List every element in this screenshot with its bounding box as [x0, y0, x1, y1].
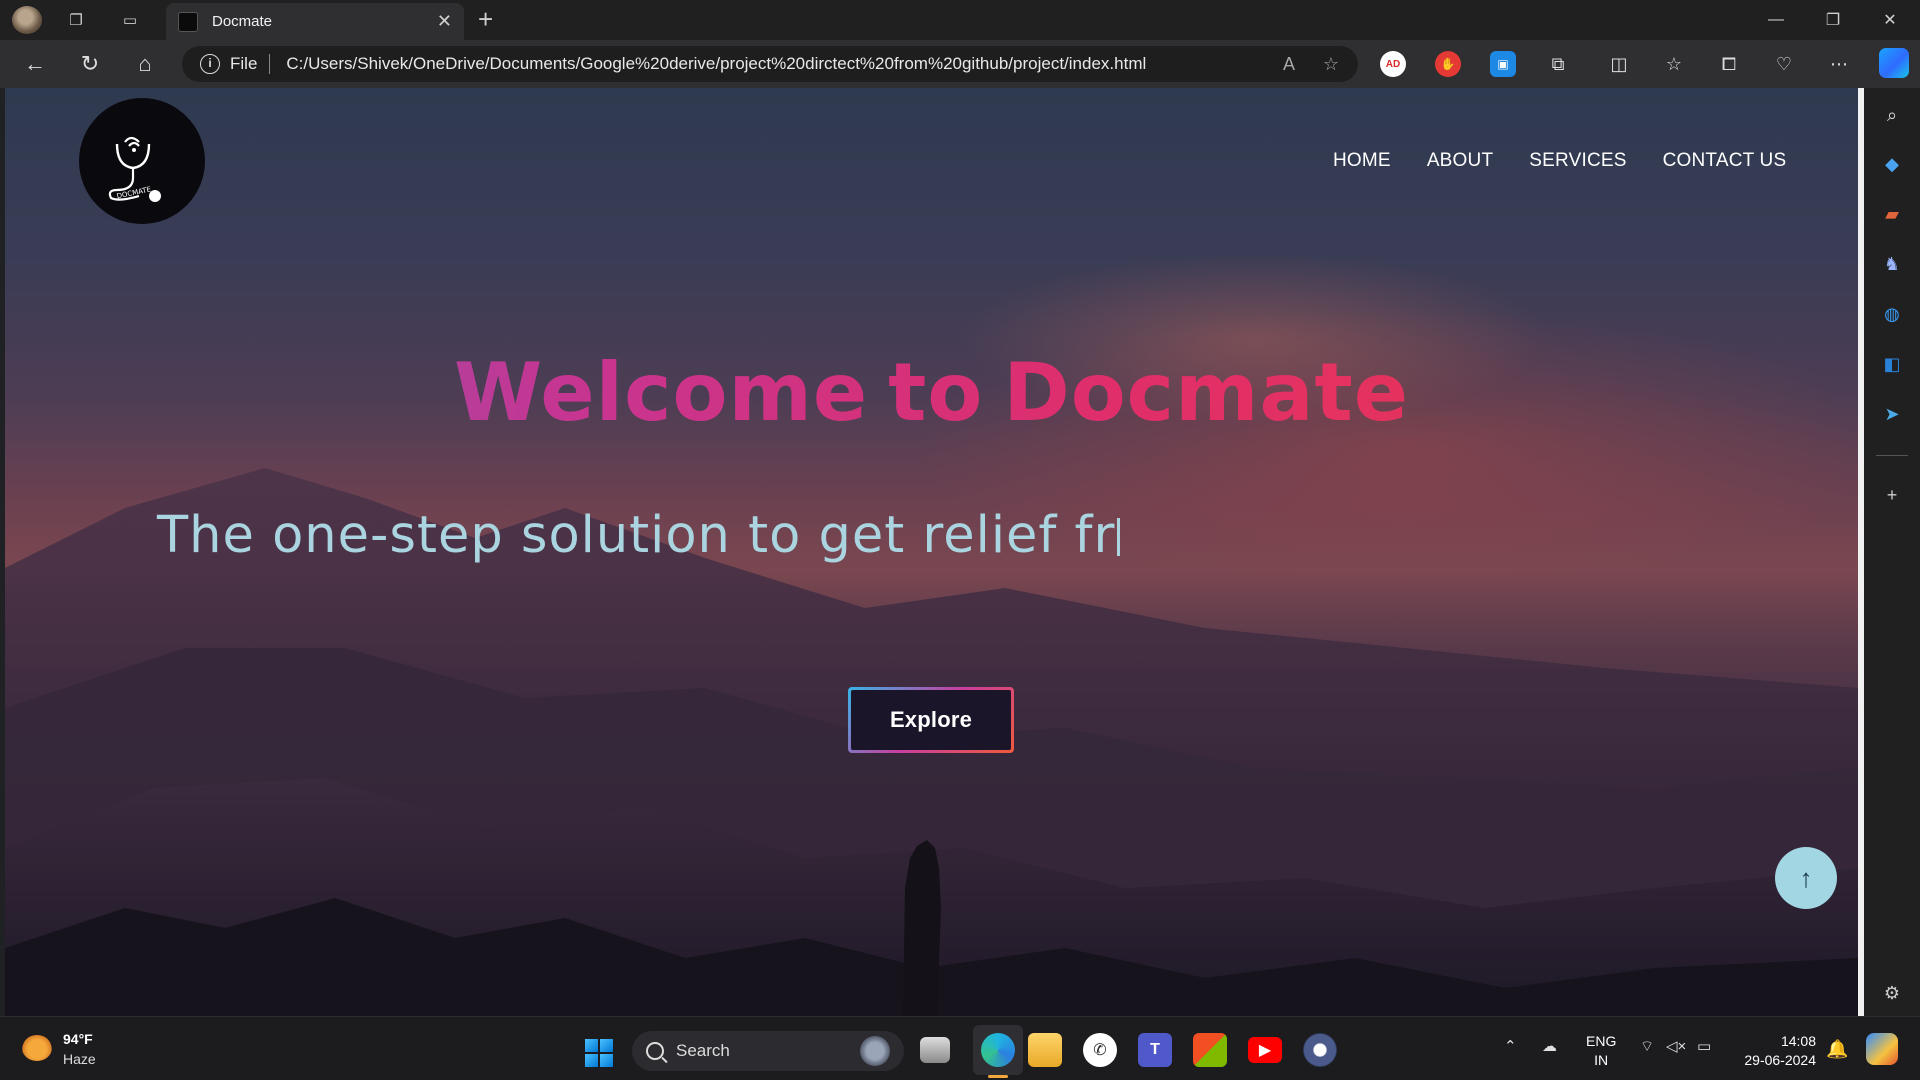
- edge-sidebar: ⌕ ◆ ▰ ♞ ◍ ◧ ➤ + ⚙: [1864, 88, 1920, 1016]
- nav-home[interactable]: HOME: [1333, 150, 1391, 172]
- profile-avatar[interactable]: [12, 6, 42, 34]
- sidebar-office-icon[interactable]: ◍: [1879, 301, 1905, 327]
- hero-title-word-3: Docmate: [1003, 346, 1409, 439]
- read-aloud-icon[interactable]: A: [1274, 54, 1304, 75]
- close-window-icon[interactable]: ✕: [1873, 6, 1907, 34]
- url-text[interactable]: C:/Users/Shivek/OneDrive/Documents/Googl…: [286, 54, 1274, 74]
- sidebar-telegram-icon[interactable]: ➤: [1879, 401, 1905, 427]
- workspaces-icon[interactable]: ❐: [62, 6, 90, 34]
- favorite-star-icon[interactable]: ☆: [1316, 54, 1346, 75]
- sidebar-divider: [1876, 455, 1908, 456]
- main-nav: HOME ABOUT SERVICES CONTACT US: [1333, 150, 1786, 172]
- typing-caret: [1117, 518, 1121, 556]
- address-bar-row: ← ↻ ⌂ i File C:/Users/Shivek/OneDrive/Do…: [0, 40, 1920, 88]
- address-separator: [269, 54, 271, 74]
- minimize-icon[interactable]: —: [1759, 6, 1793, 34]
- nav-contact-us[interactable]: CONTACT US: [1663, 150, 1787, 172]
- edge-app-icon[interactable]: [981, 1033, 1015, 1067]
- youtube-icon[interactable]: ▶: [1248, 1037, 1282, 1063]
- clock-time: 14:08: [1780, 1033, 1816, 1049]
- teams-icon[interactable]: T: [1138, 1033, 1172, 1067]
- system-clock[interactable]: 14:08 29-06-2024: [1736, 1032, 1816, 1070]
- back-icon[interactable]: ←: [20, 49, 50, 79]
- split-screen-icon[interactable]: ◫: [1605, 50, 1633, 78]
- weather-temperature[interactable]: 94°F: [63, 1031, 93, 1047]
- hero-title-word-1: Welcome: [454, 346, 869, 439]
- refresh-icon[interactable]: ↻: [75, 49, 105, 79]
- hero-title: Welcome to Docmate: [5, 346, 1858, 439]
- tray-overflow-icon[interactable]: ⌃: [1504, 1037, 1517, 1055]
- task-view-icon[interactable]: [920, 1037, 950, 1063]
- region-code: IN: [1594, 1052, 1609, 1068]
- copilot-preview-icon[interactable]: [1866, 1033, 1898, 1065]
- weather-haze-icon[interactable]: [22, 1035, 52, 1061]
- address-scheme-label: File: [230, 54, 258, 73]
- new-tab-button[interactable]: +: [478, 5, 493, 33]
- volume-muted-icon[interactable]: ◁×: [1666, 1037, 1686, 1055]
- hero-title-word-2: to: [888, 346, 984, 439]
- sidebar-tools-icon[interactable]: ▰: [1879, 201, 1905, 227]
- start-button[interactable]: [585, 1039, 613, 1067]
- tab-title: Docmate: [212, 13, 273, 30]
- taskbar-search[interactable]: Search: [632, 1031, 904, 1071]
- vertical-tabs-icon[interactable]: ▭: [116, 6, 144, 34]
- sidebar-shopping-icon[interactable]: ◆: [1879, 151, 1905, 177]
- arrow-up-icon: ↑: [1799, 862, 1813, 893]
- sidebar-add-icon[interactable]: +: [1879, 482, 1905, 508]
- onedrive-icon[interactable]: ☁: [1542, 1037, 1557, 1055]
- scroll-to-top-button[interactable]: ↑: [1775, 847, 1837, 909]
- page-viewport: DOCMATE HOME ABOUT SERVICES CONTACT US W…: [5, 88, 1858, 1016]
- adblock-icon[interactable]: AD: [1380, 51, 1406, 77]
- sidebar-games-icon[interactable]: ♞: [1879, 251, 1905, 277]
- whatsapp-icon[interactable]: ✆: [1083, 1033, 1117, 1067]
- wifi-icon[interactable]: ⌔: [1640, 1037, 1654, 1056]
- home-icon[interactable]: ⌂: [130, 49, 160, 79]
- nav-about[interactable]: ABOUT: [1427, 150, 1493, 172]
- tab-favicon-icon: [178, 11, 198, 32]
- search-icon: [646, 1042, 664, 1060]
- hero-subtitle-text: The one-step solution to get relief fr: [157, 506, 1116, 565]
- explore-button-label: Explore: [851, 690, 1011, 750]
- browser-essentials-icon[interactable]: ♡: [1770, 50, 1798, 78]
- settings-app-icon[interactable]: [1303, 1033, 1337, 1067]
- file-explorer-icon[interactable]: [1028, 1033, 1062, 1067]
- tab-docmate[interactable]: Docmate ✕: [166, 3, 464, 40]
- search-placeholder: Search: [676, 1041, 730, 1060]
- search-highlight-icon: [860, 1036, 890, 1066]
- notification-bell-icon[interactable]: 🔔: [1826, 1039, 1848, 1060]
- site-info-icon[interactable]: i: [200, 54, 220, 74]
- store-icon[interactable]: [1193, 1033, 1227, 1067]
- tab-strip: ❐ ▭ Docmate ✕ + — ❐ ✕: [0, 0, 1920, 40]
- explore-button[interactable]: Explore: [848, 687, 1014, 753]
- sidebar-outlook-icon[interactable]: ◧: [1879, 351, 1905, 377]
- battery-icon[interactable]: ▭: [1697, 1037, 1711, 1055]
- docmate-logo[interactable]: DOCMATE: [79, 98, 205, 224]
- sidebar-search-icon[interactable]: ⌕: [1879, 102, 1905, 128]
- nav-services[interactable]: SERVICES: [1529, 150, 1626, 172]
- screenshot-icon[interactable]: ▣: [1490, 51, 1516, 77]
- tab-close-icon[interactable]: ✕: [437, 11, 452, 32]
- extensions-icon[interactable]: ⧉: [1544, 50, 1572, 78]
- active-app-indicator: [988, 1075, 1008, 1078]
- language-indicator[interactable]: ENG IN: [1586, 1032, 1616, 1070]
- stop-icon[interactable]: ✋: [1435, 51, 1461, 77]
- clock-date: 29-06-2024: [1744, 1052, 1816, 1068]
- address-bar[interactable]: i File C:/Users/Shivek/OneDrive/Document…: [182, 46, 1358, 82]
- hero-subtitle: The one-step solution to get relief fr: [157, 506, 1121, 565]
- weather-description[interactable]: Haze: [63, 1051, 96, 1067]
- copilot-icon[interactable]: [1879, 48, 1909, 78]
- stethoscope-wifi-icon: DOCMATE: [108, 136, 161, 202]
- collections-icon[interactable]: ⧠: [1715, 50, 1743, 78]
- language-code: ENG: [1586, 1033, 1617, 1049]
- windows-taskbar: 94°F Haze Search ✆ T ▶ ⌃ ☁ ENG IN ⌔ ◁× ▭…: [0, 1016, 1920, 1080]
- more-menu-icon[interactable]: ⋯: [1825, 50, 1853, 78]
- restore-icon[interactable]: ❐: [1816, 6, 1850, 34]
- favorites-icon[interactable]: ☆: [1660, 50, 1688, 78]
- sidebar-settings-icon[interactable]: ⚙: [1879, 980, 1905, 1006]
